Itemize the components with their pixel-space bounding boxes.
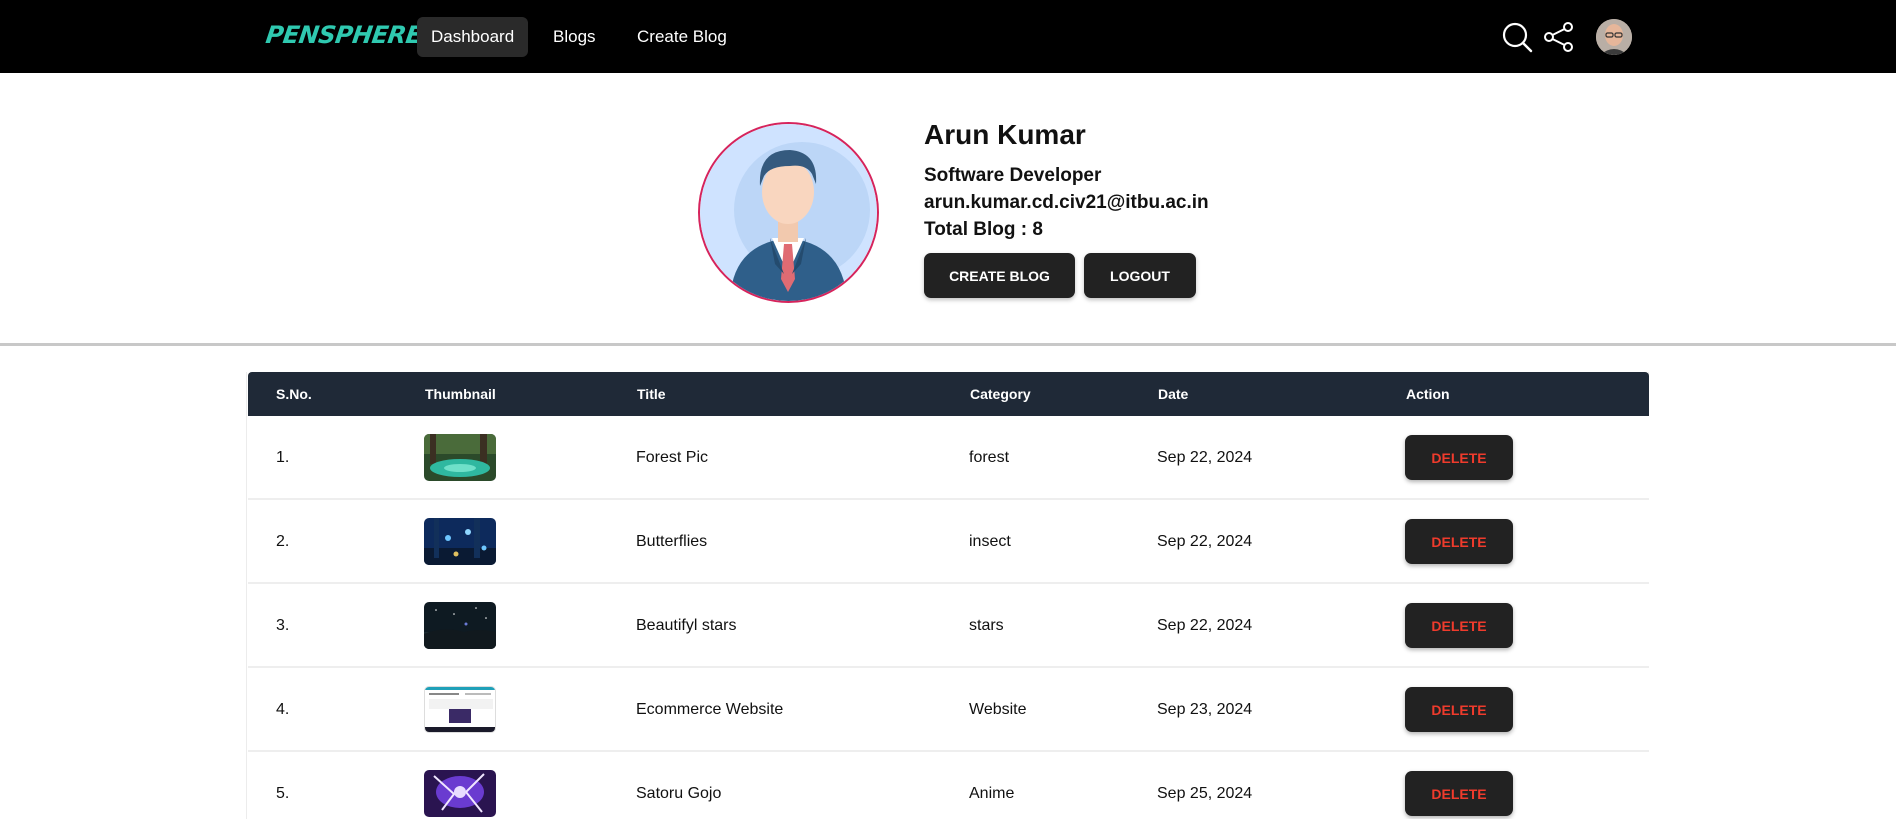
row-title: Butterflies <box>636 533 708 550</box>
nav-blogs[interactable]: Blogs <box>539 17 610 57</box>
header-thumbnail: Thumbnail <box>425 386 496 402</box>
row-title: Forest Pic <box>636 449 709 466</box>
butterflies-thumbnail[interactable] <box>424 518 496 565</box>
table-row: 5. Satoru Gojo Anime Sep 25, 2024 DELETE <box>248 752 1649 819</box>
row-category: Website <box>969 701 1027 718</box>
logout-button[interactable]: LOGOUT <box>1084 253 1196 298</box>
anime-thumbnail[interactable] <box>424 770 496 817</box>
row-date: Sep 22, 2024 <box>1157 617 1253 634</box>
header-title: Title <box>637 386 666 402</box>
delete-button[interactable]: DELETE <box>1405 687 1513 732</box>
row-date: Sep 22, 2024 <box>1157 533 1253 550</box>
row-sno: 1. <box>276 449 290 466</box>
row-category: Anime <box>969 785 1015 802</box>
profile-email: arun.kumar.cd.civ21@itbu.ac.in <box>924 192 1209 213</box>
row-sno: 2. <box>276 533 290 550</box>
create-blog-button[interactable]: CREATE BLOG <box>924 253 1075 298</box>
row-date: Sep 23, 2024 <box>1157 701 1253 718</box>
share-icon[interactable] <box>1542 20 1576 54</box>
blogs-table: S.No. Thumbnail Title Category Date Acti… <box>246 372 1649 819</box>
header-action: Action <box>1406 386 1450 402</box>
row-title: Beautifyl stars <box>636 617 737 634</box>
row-sno: 3. <box>276 617 290 634</box>
delete-button[interactable]: DELETE <box>1405 435 1513 480</box>
nav-dashboard[interactable]: Dashboard <box>417 17 529 57</box>
table-row: 1. Forest Pic forest Sep 22, 2024 DELETE <box>248 416 1649 500</box>
row-date: Sep 22, 2024 <box>1157 449 1253 466</box>
top-navbar: PENSPHERE Dashboard Blogs Create Blog <box>0 0 1896 73</box>
forest-thumbnail[interactable] <box>424 434 496 481</box>
header-category: Category <box>970 386 1031 402</box>
row-sno: 5. <box>276 785 290 802</box>
profile-total-blog: Total Blog : 8 <box>924 219 1043 240</box>
profile-role: Software Developer <box>924 165 1102 186</box>
search-icon[interactable] <box>1500 20 1534 54</box>
delete-button[interactable]: DELETE <box>1405 519 1513 564</box>
row-category: stars <box>969 617 1004 634</box>
profile-avatar <box>698 122 879 303</box>
row-category: forest <box>969 449 1010 466</box>
profile-name: Arun Kumar <box>924 119 1086 150</box>
row-title: Satoru Gojo <box>636 785 722 802</box>
header-sno: S.No. <box>276 386 312 402</box>
row-date: Sep 25, 2024 <box>1157 785 1253 802</box>
delete-button[interactable]: DELETE <box>1405 771 1513 816</box>
table-header: S.No. Thumbnail Title Category Date Acti… <box>248 372 1649 416</box>
table-row: 4. Ecommerce Website Website Sep 23, 202… <box>248 668 1649 752</box>
table-row: 3. Beautifyl stars stars Sep 22, 2024 DE… <box>248 584 1649 668</box>
row-category: insect <box>969 533 1011 550</box>
table-row: 2. Butterflies insect Sep 22, 2024 DELET… <box>248 500 1649 584</box>
user-avatar[interactable] <box>1596 19 1632 55</box>
stars-thumbnail[interactable] <box>424 602 496 649</box>
header-date: Date <box>1158 386 1189 402</box>
row-sno: 4. <box>276 701 290 718</box>
site-logo[interactable]: PENSPHERE <box>264 21 424 49</box>
section-divider <box>0 343 1896 346</box>
nav-create-blog[interactable]: Create Blog <box>623 17 741 57</box>
website-thumbnail[interactable] <box>424 686 496 733</box>
delete-button[interactable]: DELETE <box>1405 603 1513 648</box>
row-title: Ecommerce Website <box>636 701 784 718</box>
